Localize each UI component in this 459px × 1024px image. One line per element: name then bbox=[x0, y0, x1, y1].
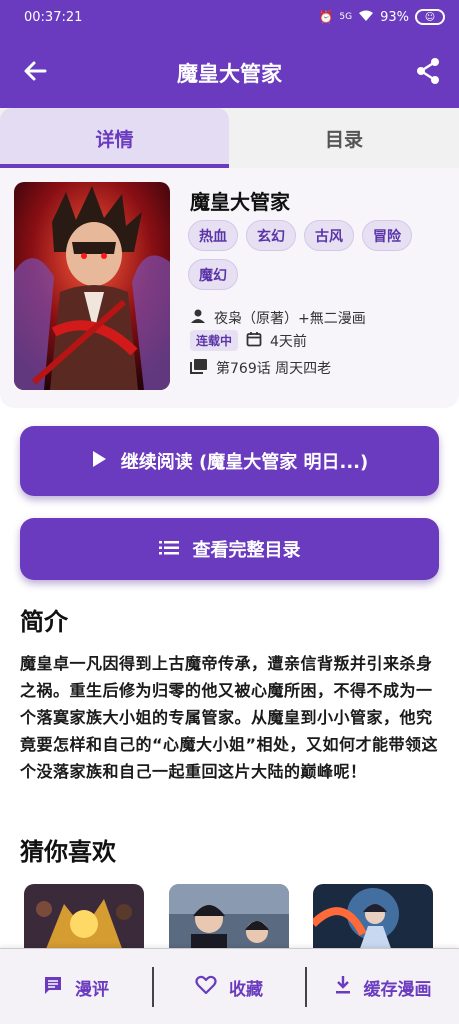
library-icon bbox=[190, 358, 208, 378]
heart-icon bbox=[195, 975, 217, 1000]
recommend-heading: 猜你喜欢 bbox=[20, 838, 116, 866]
comment-label: 漫评 bbox=[75, 979, 109, 1000]
latest-chapter-row: 第769话 周天四老 bbox=[190, 358, 331, 378]
tag-chip[interactable]: 魔幻 bbox=[188, 259, 238, 290]
comment-button[interactable]: 漫评 bbox=[0, 949, 152, 1024]
tab-bar: 详情 目录 bbox=[0, 108, 459, 168]
update-time: 4天前 bbox=[270, 333, 307, 350]
network-type: 5G bbox=[339, 12, 353, 22]
serial-status-badge: 连载中 bbox=[190, 330, 239, 351]
tag-chip[interactable]: 热血 bbox=[188, 220, 238, 251]
bottom-action-bar: 漫评 收藏 缓存漫画 bbox=[0, 948, 459, 1024]
book-cover-image[interactable] bbox=[14, 182, 170, 390]
alarm-icon: ⏰ bbox=[318, 10, 334, 24]
tag-chip[interactable]: 古风 bbox=[304, 220, 354, 251]
person-icon bbox=[190, 308, 206, 328]
recommend-cover[interactable] bbox=[169, 884, 289, 954]
play-icon bbox=[91, 450, 107, 473]
list-icon bbox=[158, 539, 179, 560]
app-bar: 魔皇大管家 bbox=[0, 34, 459, 108]
favorite-label: 收藏 bbox=[229, 979, 263, 1000]
tab-catalog[interactable]: 目录 bbox=[229, 108, 459, 168]
status-bar: 00:37:21 ⏰ 5G 93% ☺ bbox=[0, 0, 459, 34]
recommend-cover[interactable] bbox=[24, 884, 144, 954]
tag-chip[interactable]: 冒险 bbox=[362, 220, 412, 251]
tag-list: 热血 玄幻 古风 冒险 魔幻 bbox=[188, 220, 448, 290]
battery-percent: 93% bbox=[380, 9, 409, 25]
recommend-cover[interactable] bbox=[313, 884, 433, 954]
favorite-button[interactable]: 收藏 bbox=[153, 949, 305, 1024]
status-row: 连载中 4天前 bbox=[190, 330, 307, 351]
tag-chip[interactable]: 玄幻 bbox=[246, 220, 296, 251]
status-time: 00:37:21 bbox=[24, 9, 83, 25]
battery-icon: ☺ bbox=[415, 9, 445, 25]
calendar-icon bbox=[246, 331, 262, 351]
intro-text: 魔皇卓一凡因得到上古魔帝传承，遭亲信背叛并引来杀身之祸。重生后修为归零的他又被心… bbox=[20, 654, 439, 781]
author-row: 夜枭（原著）+無二漫画 bbox=[190, 308, 366, 328]
author-text: 夜枭（原著）+無二漫画 bbox=[214, 311, 366, 327]
status-icons: ⏰ 5G 93% ☺ bbox=[318, 9, 445, 25]
intro-heading: 简介 bbox=[20, 608, 68, 636]
share-icon[interactable] bbox=[413, 56, 443, 86]
comment-icon bbox=[43, 975, 63, 1000]
download-icon bbox=[334, 975, 352, 1000]
page-title: 魔皇大管家 bbox=[177, 62, 282, 86]
cache-label: 缓存漫画 bbox=[363, 979, 432, 1000]
tab-detail[interactable]: 详情 bbox=[0, 108, 229, 168]
book-info-card: 魔皇大管家 热血 玄幻 古风 冒险 魔幻 夜枭（原著）+無二漫画 连载中 4天前… bbox=[0, 168, 459, 408]
book-title: 魔皇大管家 bbox=[190, 190, 290, 214]
continue-reading-label: 继续阅读 (魔皇大管家 明日...) bbox=[120, 452, 369, 473]
wifi-icon bbox=[358, 10, 374, 25]
latest-chapter: 第769话 周天四老 bbox=[216, 361, 332, 377]
cache-button[interactable]: 缓存漫画 bbox=[306, 949, 459, 1024]
continue-reading-button[interactable]: 继续阅读 (魔皇大管家 明日...) bbox=[20, 426, 439, 496]
full-catalog-label: 查看完整目录 bbox=[192, 540, 301, 561]
full-catalog-button[interactable]: 查看完整目录 bbox=[20, 518, 439, 580]
